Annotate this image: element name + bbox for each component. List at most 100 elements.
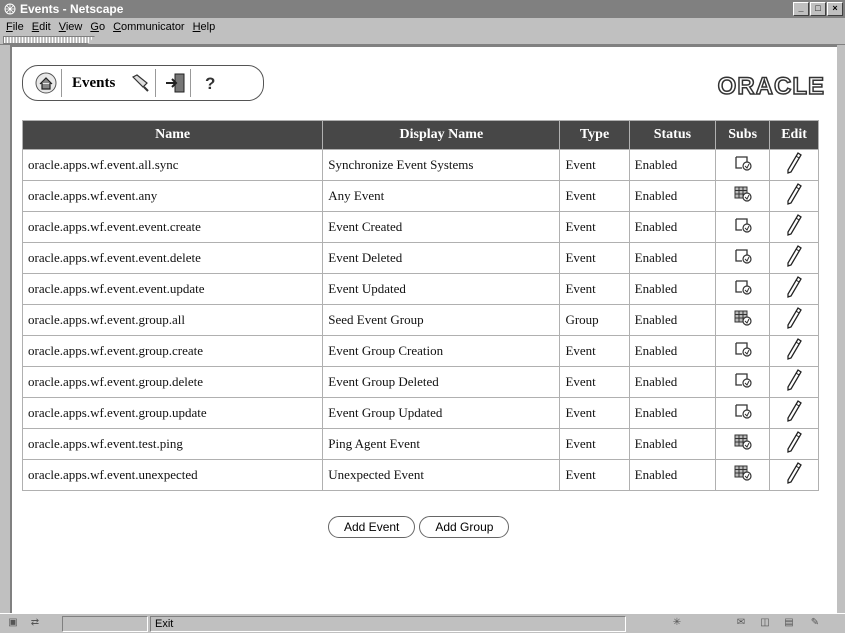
menu-edit[interactable]: Edit <box>32 21 51 33</box>
subscriptions-grid-icon[interactable] <box>734 434 752 453</box>
subscription-icon[interactable] <box>734 404 752 422</box>
column-header-name[interactable]: Name <box>21 120 324 150</box>
edit-cell[interactable] <box>769 211 819 243</box>
status-cell: Enabled <box>628 397 717 429</box>
edit-cell[interactable] <box>769 273 819 305</box>
subscriptions-cell[interactable] <box>715 149 771 181</box>
menu-help[interactable]: Help <box>193 21 216 33</box>
subscriptions-grid-icon[interactable] <box>734 310 752 329</box>
type-cell: Event <box>559 180 630 212</box>
pencil-icon[interactable] <box>786 400 802 425</box>
subscription-icon[interactable] <box>734 280 752 298</box>
edit-cell[interactable] <box>769 366 819 398</box>
add-group-button[interactable]: Add Group <box>419 516 510 538</box>
navigator-icon[interactable]: ✳ <box>668 617 686 630</box>
pencil-icon[interactable] <box>786 462 802 487</box>
table-row: oracle.apps.wf.event.event.create Event C… <box>21 211 819 243</box>
column-header-type[interactable]: Type <box>559 120 630 150</box>
edit-cell[interactable] <box>769 304 819 336</box>
type-cell: Event <box>559 149 630 181</box>
edit-cell[interactable] <box>769 180 819 212</box>
subscriptions-cell[interactable] <box>715 428 771 460</box>
type-cell: Event <box>559 211 630 243</box>
menu-file[interactable]: File <box>6 21 24 33</box>
pencil-icon[interactable] <box>786 369 802 394</box>
security-lock-icon[interactable]: ▣ <box>4 617 22 630</box>
edit-cell[interactable] <box>769 242 819 274</box>
event-name-cell: oracle.apps.wf.event.group.all <box>21 304 324 336</box>
type-cell: Event <box>559 366 630 398</box>
subscriptions-cell[interactable] <box>715 335 771 367</box>
column-header-status[interactable]: Status <box>628 120 717 150</box>
help-icon[interactable]: ? <box>195 69 225 97</box>
subscription-icon[interactable] <box>734 342 752 360</box>
type-cell: Event <box>559 242 630 274</box>
subscriptions-cell[interactable] <box>715 304 771 336</box>
close-button[interactable]: × <box>827 2 843 16</box>
subscription-icon[interactable] <box>734 373 752 391</box>
subscriptions-cell[interactable] <box>715 211 771 243</box>
progress-indicator <box>62 616 148 632</box>
title-bar: Events - Netscape _ □ × <box>0 0 845 18</box>
display-name-cell: Synchronize Event Systems <box>322 149 561 181</box>
composer-icon[interactable]: ▤ <box>780 617 798 630</box>
pencil-icon[interactable] <box>786 276 802 301</box>
display-name-cell: Seed Event Group <box>322 304 561 336</box>
subscriptions-cell[interactable] <box>715 242 771 274</box>
edit-cell[interactable] <box>769 335 819 367</box>
subscriptions-cell[interactable] <box>715 180 771 212</box>
edit-cell[interactable] <box>769 459 819 491</box>
status-cell: Enabled <box>628 428 717 460</box>
subscriptions-cell[interactable] <box>715 273 771 305</box>
type-cell: Event <box>559 459 630 491</box>
subscription-icon[interactable] <box>734 156 752 174</box>
table-row: oracle.apps.wf.event.group.delete Event G… <box>21 366 819 398</box>
display-name-cell: Event Group Deleted <box>322 366 561 398</box>
display-name-cell: Event Group Updated <box>322 397 561 429</box>
subscriptions-cell[interactable] <box>715 366 771 398</box>
subscriptions-grid-icon[interactable] <box>734 465 752 484</box>
pencil-icon[interactable] <box>786 307 802 332</box>
pencil-icon[interactable] <box>786 152 802 177</box>
add-event-button[interactable]: Add Event <box>328 516 416 538</box>
status-bar: ▣ ⇄ Exit ✳ ✉ ◫ ▤ ✎ <box>0 613 845 633</box>
edit-page-icon[interactable]: ✎ <box>806 617 824 630</box>
table-row: oracle.apps.wf.event.all.sync Synchronize… <box>21 149 819 181</box>
pencil-icon[interactable] <box>786 245 802 270</box>
subscriptions-cell[interactable] <box>715 397 771 429</box>
pencil-icon[interactable] <box>786 183 802 208</box>
status-cell: Enabled <box>628 335 717 367</box>
type-cell: Event <box>559 428 630 460</box>
page-content: Events ? ORACLE Name Display Name Type S… <box>10 45 837 613</box>
home-icon[interactable] <box>31 69 62 97</box>
window-title: Events - Netscape <box>20 2 124 16</box>
logout-icon[interactable] <box>160 69 192 97</box>
flashlight-icon[interactable] <box>125 69 157 97</box>
subscriptions-grid-icon[interactable] <box>734 186 752 205</box>
column-header-display-name[interactable]: Display Name <box>322 120 561 150</box>
menu-view[interactable]: View <box>59 21 83 33</box>
discussion-icon[interactable]: ◫ <box>756 617 774 630</box>
edit-cell[interactable] <box>769 397 819 429</box>
event-name-cell: oracle.apps.wf.event.group.update <box>21 397 324 429</box>
column-header-subs: Subs <box>715 120 771 150</box>
menu-communicator[interactable]: Communicator <box>113 21 185 33</box>
type-cell: Group <box>559 304 630 336</box>
mail-icon[interactable]: ✉ <box>732 617 750 630</box>
subscriptions-cell[interactable] <box>715 459 771 491</box>
pencil-icon[interactable] <box>786 214 802 239</box>
display-name-cell: Event Group Creation <box>322 335 561 367</box>
menu-go[interactable]: Go <box>90 21 105 33</box>
display-name-cell: Ping Agent Event <box>322 428 561 460</box>
minimize-button[interactable]: _ <box>793 2 809 16</box>
edit-cell[interactable] <box>769 149 819 181</box>
edit-cell[interactable] <box>769 428 819 460</box>
pencil-icon[interactable] <box>786 431 802 456</box>
maximize-button[interactable]: □ <box>810 2 826 16</box>
toolbar-grip-handle[interactable] <box>3 36 95 44</box>
status-cell: Enabled <box>628 304 717 336</box>
pencil-icon[interactable] <box>786 338 802 363</box>
toolbar-grip <box>0 35 845 45</box>
subscription-icon[interactable] <box>734 218 752 236</box>
subscription-icon[interactable] <box>734 249 752 267</box>
